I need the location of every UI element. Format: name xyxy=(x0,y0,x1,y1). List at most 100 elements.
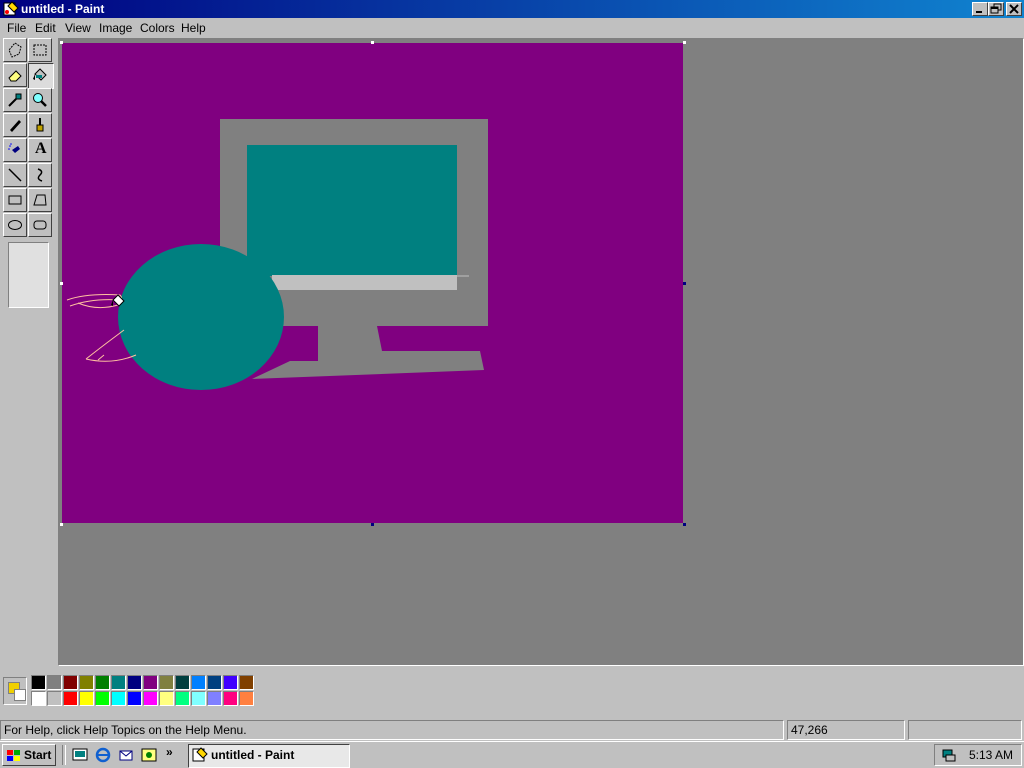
clock[interactable]: 5:13 AM xyxy=(969,748,1013,762)
palette-color-swatch[interactable] xyxy=(175,691,190,706)
palette-color-swatch[interactable] xyxy=(47,675,62,690)
resize-handle xyxy=(60,41,63,44)
palette-color-swatch[interactable] xyxy=(111,691,126,706)
eraser-icon xyxy=(8,70,22,82)
status-bar: For Help, click Help Topics on the Help … xyxy=(0,717,1024,741)
menu-bar: File Edit View Image Colors Help xyxy=(0,18,1024,38)
resize-handle xyxy=(60,523,63,526)
tool-free-form-select[interactable] xyxy=(3,38,27,62)
menu-edit[interactable]: Edit xyxy=(33,21,58,35)
show-desktop-icon[interactable] xyxy=(72,747,88,763)
palette-color-swatch[interactable] xyxy=(79,691,94,706)
tool-options-box[interactable] xyxy=(8,242,49,308)
restore-button[interactable] xyxy=(988,2,1004,16)
palette-color-swatch[interactable] xyxy=(143,675,158,690)
palette-color-swatch[interactable] xyxy=(95,691,110,706)
palette-color-swatch[interactable] xyxy=(79,675,94,690)
line-icon xyxy=(8,168,22,182)
tool-pencil[interactable] xyxy=(3,113,27,137)
pencil-icon xyxy=(10,120,21,132)
tool-ellipse[interactable] xyxy=(3,213,27,237)
magnifier-icon xyxy=(33,93,47,107)
menu-help[interactable]: Help xyxy=(179,21,208,35)
start-button[interactable]: Start xyxy=(2,744,56,766)
monitor-bezel-shape xyxy=(272,275,457,290)
tool-magnifier[interactable] xyxy=(28,88,52,112)
windows-logo-icon xyxy=(7,750,20,761)
teal-ellipse-shape xyxy=(118,244,284,390)
tool-polygon[interactable] xyxy=(28,188,52,212)
palette-color-swatch[interactable] xyxy=(127,691,142,706)
tool-brush[interactable] xyxy=(28,113,52,137)
palette-color-swatch[interactable] xyxy=(63,691,78,706)
internet-explorer-icon[interactable] xyxy=(95,747,111,763)
palette-color-swatch[interactable] xyxy=(143,691,158,706)
ellipse-icon xyxy=(8,220,22,230)
eyedropper-icon xyxy=(8,93,22,107)
resize-handle xyxy=(371,41,374,44)
palette-color-swatch[interactable] xyxy=(191,691,206,706)
rounded-rectangle-icon xyxy=(33,220,47,230)
text-icon: A xyxy=(35,140,47,157)
title-bar[interactable]: untitled - Paint xyxy=(0,0,1024,18)
rectangle-icon xyxy=(8,195,22,205)
fill-bucket-icon xyxy=(33,68,47,81)
menu-file[interactable]: File xyxy=(5,21,28,35)
network-tray-icon[interactable] xyxy=(941,747,957,763)
minimize-button[interactable] xyxy=(972,2,988,16)
palette-color-swatch[interactable] xyxy=(159,691,174,706)
taskbar-divider xyxy=(62,745,66,765)
channels-icon[interactable] xyxy=(141,747,157,763)
resize-handle-right[interactable] xyxy=(683,282,686,285)
tool-line[interactable] xyxy=(3,163,27,187)
paint-app-icon xyxy=(192,747,208,762)
palette-color-swatch[interactable] xyxy=(47,691,62,706)
palette-color-swatch[interactable] xyxy=(191,675,206,690)
purple-notch xyxy=(290,326,318,361)
palette-color-swatch[interactable] xyxy=(223,691,238,706)
outlook-express-icon[interactable] xyxy=(118,747,134,763)
background-color-swatch xyxy=(14,689,26,701)
tool-fill-with-color[interactable] xyxy=(28,63,54,89)
palette-color-swatch[interactable] xyxy=(207,691,222,706)
taskbar-paint-button[interactable]: untitled - Paint xyxy=(188,744,350,768)
resize-handle-corner[interactable] xyxy=(683,523,686,526)
tool-eraser[interactable] xyxy=(3,63,27,87)
resize-handle xyxy=(683,41,686,44)
palette-color-swatch[interactable] xyxy=(239,675,254,690)
palette-color-swatch[interactable] xyxy=(63,675,78,690)
tool-curve[interactable] xyxy=(28,163,52,187)
palette-color-swatch[interactable] xyxy=(111,675,126,690)
resize-handle-bottom[interactable] xyxy=(371,523,374,526)
palette-color-swatch[interactable] xyxy=(239,691,254,706)
tool-rounded-rectangle[interactable] xyxy=(28,213,52,237)
tool-select[interactable] xyxy=(28,38,52,62)
tool-rectangle[interactable] xyxy=(3,188,27,212)
palette-color-swatch[interactable] xyxy=(31,691,46,706)
resize-handle xyxy=(60,282,63,285)
restore-icon xyxy=(990,3,1002,14)
palette-color-swatch[interactable] xyxy=(175,675,190,690)
select-icon xyxy=(33,44,47,56)
menu-image[interactable]: Image xyxy=(97,21,134,35)
palette-color-swatch[interactable] xyxy=(223,675,238,690)
monitor-screen-shape xyxy=(247,145,457,276)
menu-view[interactable]: View xyxy=(63,21,93,35)
quicklaunch-chevron-icon[interactable]: » xyxy=(166,745,173,759)
palette-color-swatch[interactable] xyxy=(127,675,142,690)
palette-color-swatch[interactable] xyxy=(159,675,174,690)
drawing-workspace[interactable] xyxy=(58,38,1024,666)
system-tray: 5:13 AM xyxy=(934,744,1022,766)
start-label: Start xyxy=(24,748,52,762)
paint-app-icon[interactable] xyxy=(3,1,19,17)
palette-color-swatch[interactable] xyxy=(31,675,46,690)
close-button[interactable] xyxy=(1006,2,1022,16)
tool-pick-color[interactable] xyxy=(3,88,27,112)
palette-color-swatch[interactable] xyxy=(207,675,222,690)
tool-airbrush[interactable] xyxy=(3,138,27,162)
tool-text[interactable]: A xyxy=(28,138,52,162)
menu-colors[interactable]: Colors xyxy=(138,21,177,35)
drawing-canvas[interactable] xyxy=(62,43,683,523)
curve-icon xyxy=(37,168,43,182)
palette-color-swatch[interactable] xyxy=(95,675,110,690)
